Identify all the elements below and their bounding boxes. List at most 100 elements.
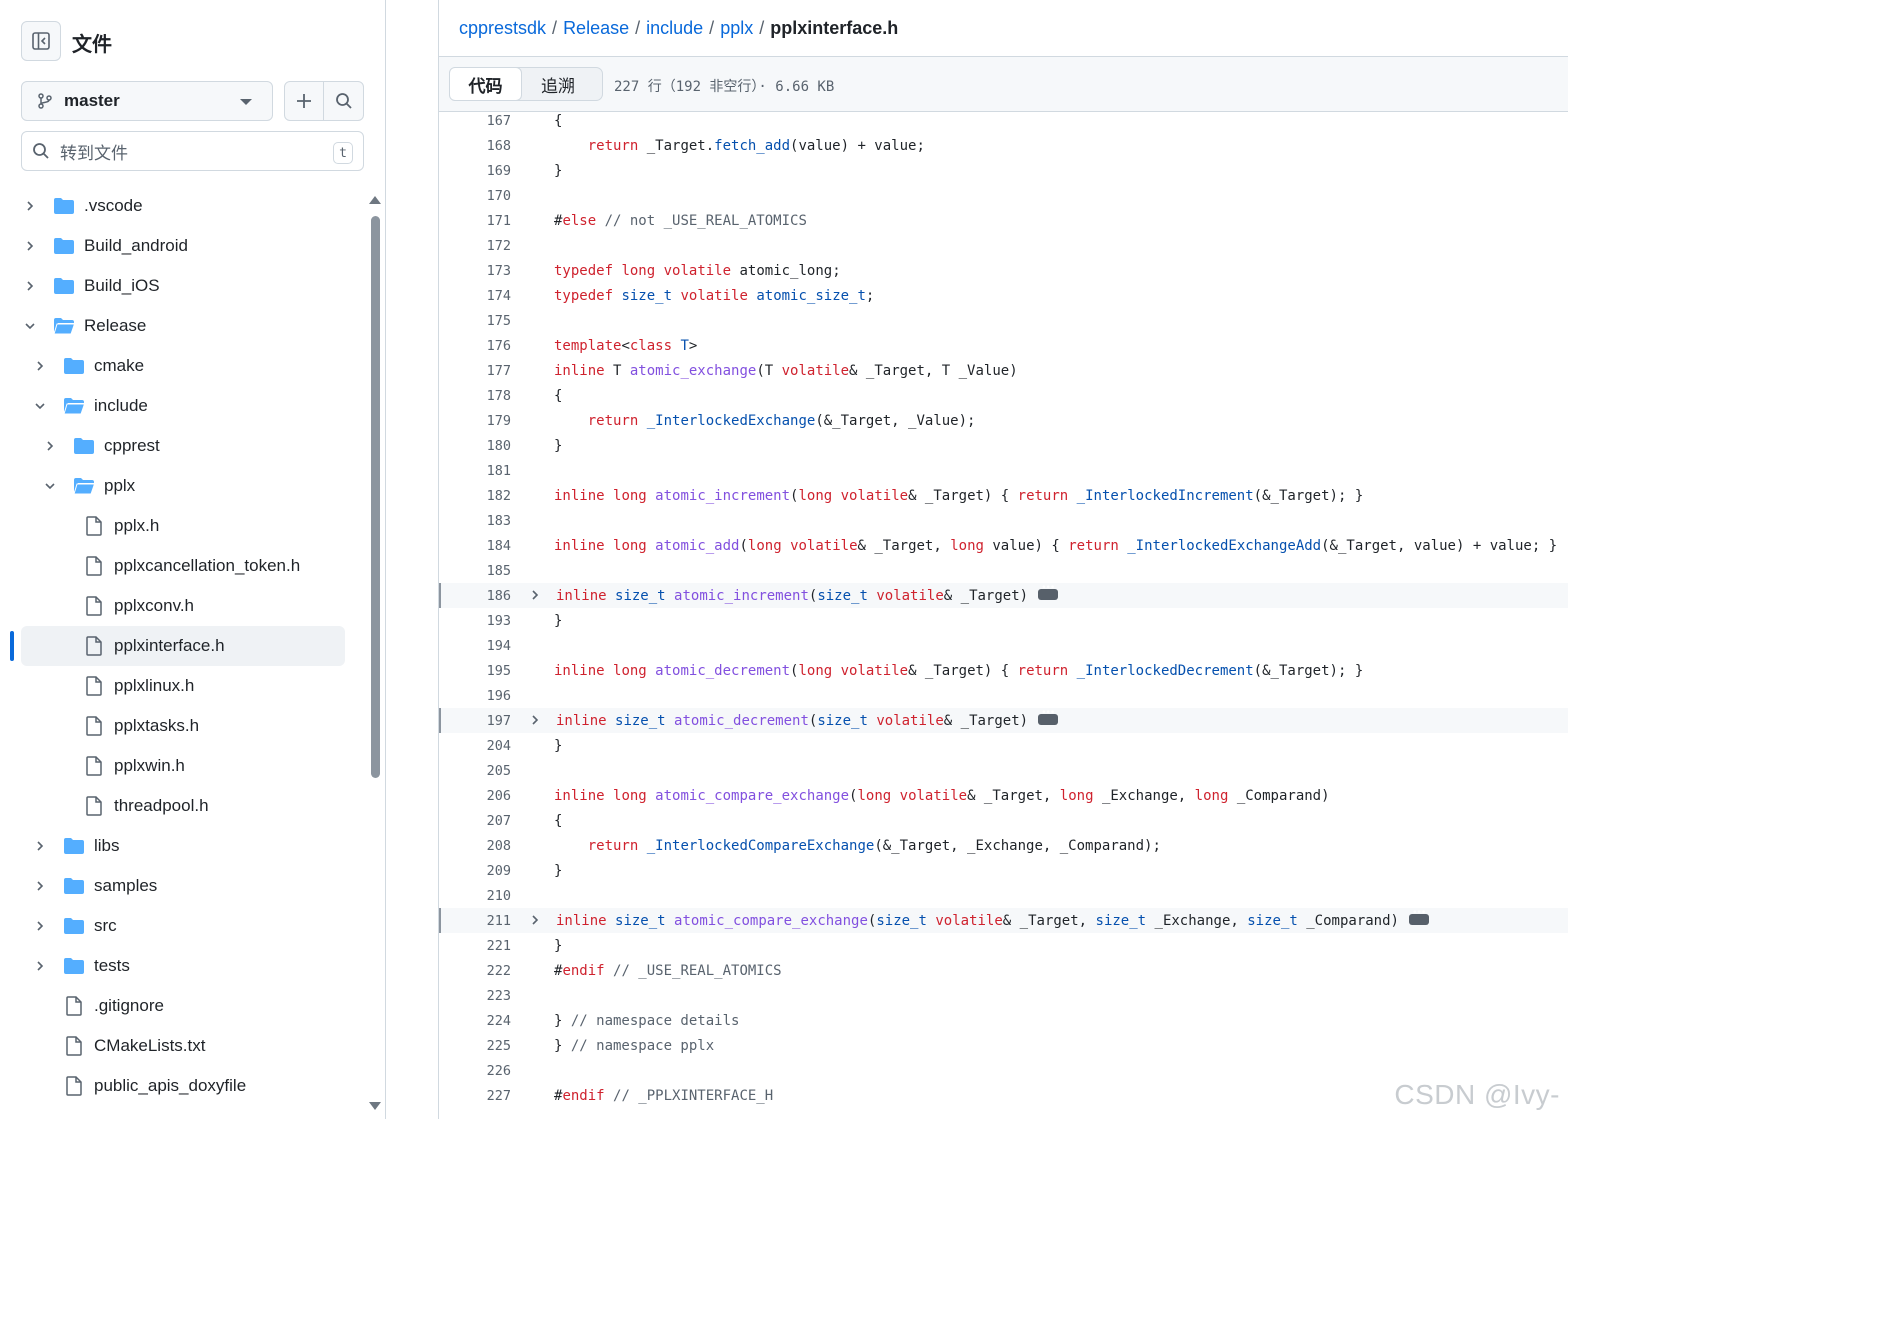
- line-number[interactable]: 185: [439, 563, 511, 579]
- chevron-right-icon[interactable]: [22, 198, 38, 214]
- expand-fold-chevron-icon[interactable]: [527, 712, 543, 728]
- tree-file-item[interactable]: threadpool.h: [0, 786, 366, 826]
- sidebar-scrollbar[interactable]: [368, 196, 382, 1114]
- tree-folder-item[interactable]: pplx: [0, 466, 366, 506]
- add-file-button[interactable]: [285, 82, 325, 120]
- line-number[interactable]: 206: [439, 788, 511, 804]
- line-number[interactable]: 176: [439, 338, 511, 354]
- chevron-right-icon[interactable]: [32, 838, 48, 854]
- tree-file-item[interactable]: .gitignore: [0, 986, 366, 1026]
- tree-folder-item[interactable]: tests: [0, 946, 366, 986]
- branch-selector[interactable]: master: [21, 81, 273, 121]
- line-number[interactable]: 186: [441, 588, 511, 604]
- line-number[interactable]: 172: [439, 238, 511, 254]
- tree-file-item[interactable]: pplxlinux.h: [0, 666, 366, 706]
- breadcrumb-repo-link[interactable]: cpprestsdk: [459, 18, 546, 38]
- tree-file-item[interactable]: pplxcancellation_token.h: [0, 546, 366, 586]
- line-number[interactable]: 196: [439, 688, 511, 704]
- chevron-right-icon[interactable]: [22, 238, 38, 254]
- line-number[interactable]: 211: [441, 913, 511, 929]
- code-token: atomic_add: [655, 537, 740, 554]
- line-number[interactable]: 226: [439, 1063, 511, 1079]
- tree-folder-item[interactable]: Build_iOS: [0, 266, 366, 306]
- line-number[interactable]: 207: [439, 813, 511, 829]
- tree-file-item[interactable]: pplxwin.h: [0, 746, 366, 786]
- breadcrumb-release-link[interactable]: Release: [563, 18, 629, 38]
- tree-folder-item[interactable]: include: [0, 386, 366, 426]
- line-number[interactable]: 210: [439, 888, 511, 904]
- line-number[interactable]: 179: [439, 413, 511, 429]
- chevron-right-icon[interactable]: [32, 358, 48, 374]
- line-number[interactable]: 208: [439, 838, 511, 854]
- line-number[interactable]: 171: [439, 213, 511, 229]
- line-number[interactable]: 197: [441, 713, 511, 729]
- line-number[interactable]: 225: [439, 1038, 511, 1054]
- line-number[interactable]: 222: [439, 963, 511, 979]
- code-line: 195 inline long atomic_decrement(long vol…: [439, 658, 1568, 683]
- tree-file-item[interactable]: pplxtasks.h: [0, 706, 366, 746]
- breadcrumb-include-link[interactable]: include: [646, 18, 703, 38]
- tree-folder-item[interactable]: .vscode: [0, 186, 366, 226]
- line-number[interactable]: 177: [439, 363, 511, 379]
- line-number[interactable]: 204: [439, 738, 511, 754]
- tree-folder-item[interactable]: samples: [0, 866, 366, 906]
- line-number[interactable]: 224: [439, 1013, 511, 1029]
- tree-folder-item[interactable]: Release: [0, 306, 366, 346]
- line-number[interactable]: 195: [439, 663, 511, 679]
- chevron-down-icon[interactable]: [42, 478, 58, 494]
- expand-fold-chevron-icon[interactable]: [527, 587, 543, 603]
- line-number[interactable]: 174: [439, 288, 511, 304]
- go-to-file-input[interactable]: 转到文件 t: [21, 131, 364, 171]
- chevron-down-icon[interactable]: [22, 318, 38, 334]
- tree-file-item[interactable]: CMakeLists.txt: [0, 1026, 366, 1066]
- tree-file-item[interactable]: pplxinterface.h: [21, 626, 345, 666]
- line-number[interactable]: 178: [439, 388, 511, 404]
- line-number[interactable]: 221: [439, 938, 511, 954]
- line-number[interactable]: 167: [439, 113, 511, 129]
- tree-file-item[interactable]: public_apis_doxyfile: [0, 1066, 366, 1106]
- breadcrumb-pplx-link[interactable]: pplx: [720, 18, 753, 38]
- line-number[interactable]: 180: [439, 438, 511, 454]
- line-number[interactable]: 223: [439, 988, 511, 1004]
- scroll-up-arrow-icon[interactable]: [369, 196, 381, 204]
- tree-file-item[interactable]: pplxconv.h: [0, 586, 366, 626]
- search-code-button[interactable]: [324, 82, 363, 120]
- line-number[interactable]: 181: [439, 463, 511, 479]
- scrollbar-thumb[interactable]: [371, 216, 380, 778]
- chevron-right-icon[interactable]: [32, 958, 48, 974]
- collapse-sidebar-button[interactable]: [21, 21, 61, 61]
- line-number[interactable]: 168: [439, 138, 511, 154]
- scroll-down-arrow-icon[interactable]: [369, 1102, 381, 1110]
- line-number[interactable]: 184: [439, 538, 511, 554]
- line-number[interactable]: 173: [439, 263, 511, 279]
- tab-code[interactable]: 代码: [449, 67, 522, 101]
- tree-folder-item[interactable]: cmake: [0, 346, 366, 386]
- ellipsis-expand-icon[interactable]: [1038, 583, 1059, 600]
- splitter[interactable]: [386, 0, 439, 1119]
- line-number[interactable]: 205: [439, 763, 511, 779]
- ellipsis-expand-icon[interactable]: [1408, 908, 1429, 925]
- chevron-right-icon[interactable]: [42, 438, 58, 454]
- chevron-right-icon[interactable]: [32, 918, 48, 934]
- line-number[interactable]: 194: [439, 638, 511, 654]
- chevron-right-icon[interactable]: [32, 878, 48, 894]
- tree-folder-item[interactable]: Build_android: [0, 226, 366, 266]
- tree-file-item[interactable]: pplx.h: [0, 506, 366, 546]
- line-number[interactable]: 170: [439, 188, 511, 204]
- chevron-down-icon[interactable]: [32, 398, 48, 414]
- line-number[interactable]: 183: [439, 513, 511, 529]
- tree-folder-item[interactable]: cpprest: [0, 426, 366, 466]
- tree-folder-item[interactable]: src: [0, 906, 366, 946]
- ellipsis-expand-icon[interactable]: [1038, 708, 1059, 725]
- line-number[interactable]: 227: [439, 1088, 511, 1104]
- chevron-right-icon[interactable]: [22, 278, 38, 294]
- line-number[interactable]: 209: [439, 863, 511, 879]
- line-number[interactable]: 193: [439, 613, 511, 629]
- tree-folder-item[interactable]: libs: [0, 826, 366, 866]
- tab-blame[interactable]: 追溯: [522, 68, 594, 100]
- line-number[interactable]: 175: [439, 313, 511, 329]
- line-number[interactable]: 169: [439, 163, 511, 179]
- line-number[interactable]: 182: [439, 488, 511, 504]
- expand-fold-chevron-icon[interactable]: [527, 912, 543, 928]
